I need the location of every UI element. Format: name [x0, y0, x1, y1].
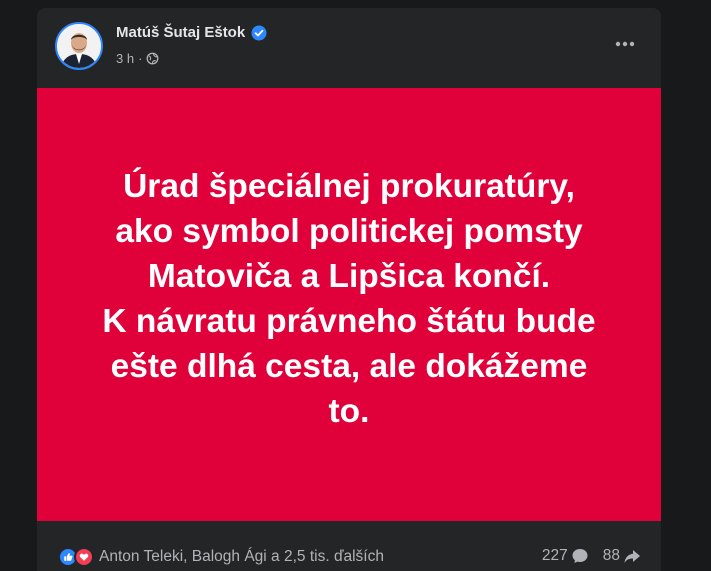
post-time[interactable]: 3 h — [116, 51, 134, 66]
post-text-line: ešte dlhá cesta, ale dokážeme — [110, 347, 588, 385]
globe-icon — [146, 52, 159, 65]
verified-badge-icon — [251, 25, 267, 41]
post-text-line: K návratu právneho štátu bude — [102, 302, 596, 340]
post-text-line: Matoviča a Lipšica končí. — [147, 257, 551, 295]
avatar-portrait-icon — [57, 24, 101, 68]
comment-icon — [571, 547, 589, 565]
post-text-background[interactable]: Úrad špeciálnej prokuratúry, ako symbol … — [37, 88, 661, 521]
comments-count-value: 227 — [541, 547, 568, 564]
post-text-line: Úrad špeciálnej prokuratúry, — [123, 167, 575, 205]
post-header: Matúš Šutaj Eštok 3 h · — [37, 8, 661, 88]
meta-separator: · — [138, 51, 143, 66]
post-footer: Anton Teleki, Balogh Ági a 2,5 tis. ďalš… — [37, 521, 661, 571]
post-meta: 3 h · — [116, 51, 159, 66]
share-icon — [623, 547, 641, 565]
reactions-summary[interactable]: Anton Teleki, Balogh Ági a 2,5 tis. ďalš… — [58, 547, 384, 567]
post-text-line: ako symbol politickej pomsty — [115, 212, 583, 250]
post-text-line: to. — [328, 392, 370, 430]
comments-count[interactable]: 227 — [542, 547, 589, 565]
post-text: Úrad špeciálnej prokuratúry, ako symbol … — [49, 164, 649, 434]
love-icon — [74, 547, 94, 567]
more-options-icon — [615, 41, 635, 47]
post-card: Matúš Šutaj Eštok 3 h · Úrad špeciálnej … — [37, 8, 661, 571]
author-avatar[interactable] — [55, 22, 103, 70]
reactors-text[interactable]: Anton Teleki, Balogh Ági a 2,5 tis. ďalš… — [99, 548, 384, 566]
author-row: Matúš Šutaj Eštok — [116, 24, 267, 41]
author-name[interactable]: Matúš Šutaj Eštok — [116, 24, 245, 41]
engagement-counts: 227 88 — [542, 547, 641, 565]
more-options-button[interactable] — [611, 30, 639, 58]
shares-count[interactable]: 88 — [603, 547, 641, 565]
shares-count-value: 88 — [602, 547, 620, 564]
